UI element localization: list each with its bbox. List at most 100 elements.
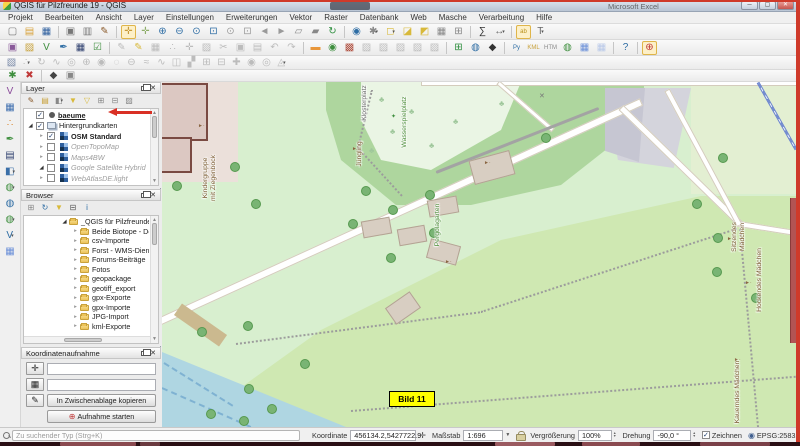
browser-item--qgis-für-pilzfreunde[interactable]: ◢_QGIS für Pilzfreunde [25,217,149,227]
move-feature-icon[interactable]: ✛ [182,41,197,55]
layer-stack-icon[interactable]: ▩ [342,41,357,55]
save-layer-edits-icon[interactable]: ▦ [148,41,163,55]
new-spatial-bookmark-icon[interactable]: ▱ [291,25,306,39]
construction-mode-icon[interactable]: ∴▾ [20,57,33,69]
menu-raster[interactable]: Raster [318,13,354,22]
zoom-in-icon[interactable]: ⊕ [155,25,170,39]
filter-browser-icon[interactable]: ▼ [53,202,65,213]
expander-icon[interactable]: ▸ [72,304,79,310]
filter-by-expression-icon[interactable]: ▽ [81,95,93,106]
menu-datenbank[interactable]: Datenbank [354,13,405,22]
menu-masche[interactable]: Masche [433,13,473,22]
delete-ring-icon[interactable]: ◌ [110,57,123,69]
simplify-feature-icon[interactable]: ∿ [50,57,63,69]
cut-features-icon[interactable]: ✂ [216,41,231,55]
field-calculator-icon[interactable]: ⊞ [451,25,466,39]
select-features-icon[interactable]: ◻▾ [383,25,398,39]
zoom-next-icon[interactable]: ► [274,25,289,39]
add-group-icon[interactable]: ▤ [39,95,51,106]
float-panel-icon[interactable] [141,351,147,356]
zoom-native-icon[interactable]: ⊙ [189,25,204,39]
add-table-icon[interactable]: ⊞ [451,41,466,55]
browser-item-geopackage[interactable]: ▸geopackage [25,274,149,284]
browser-item-fotos[interactable]: ▸Fotos [25,265,149,275]
osm-place-search-icon[interactable]: ✖ [22,69,37,83]
table-manager-icon[interactable]: ▦ [594,41,609,55]
properties-widget-icon[interactable]: i [81,202,93,213]
coordinate-field-crs[interactable] [47,363,156,375]
close-button[interactable]: ✕ [777,1,794,10]
browser-item-csv-importe[interactable]: ▸csv-Importe [25,236,149,246]
delete-part-icon[interactable]: ⊖ [125,57,138,69]
layer-item-osm-standard[interactable]: ▸✓OSM Standard [25,131,149,142]
paste-features-icon[interactable]: ▤ [250,41,265,55]
layer-item-webatlasde-light[interactable]: ▸WebAtlasDE.light [25,173,149,184]
menu-vektor[interactable]: Vektor [284,13,319,22]
expander-icon[interactable]: ▸ [38,133,45,139]
kml-tools-icon[interactable]: KML [526,41,541,55]
maximize-button[interactable]: ▢ [759,1,776,10]
start-capture-button[interactable]: ⊕Aufnahme starten [47,410,156,423]
copy-style-5-icon[interactable]: ▨ [427,41,442,55]
menu-layer[interactable]: Layer [128,13,160,22]
scale-combo[interactable]: 1:696 [463,430,503,441]
add-virtual-layer-icon[interactable]: ▦ [3,245,18,259]
browser-scrollbar[interactable]: ▲▼ [150,216,158,343]
offset-point-symbols-icon[interactable]: ◎ [260,57,273,69]
reshape-features-icon[interactable]: ∿ [155,57,168,69]
new-shapefile-layer-icon[interactable]: V [39,41,54,55]
expander-icon[interactable]: ◢ [38,165,45,171]
pan-map-icon[interactable]: ✛ [121,25,136,39]
menu-einstellungen[interactable]: Einstellungen [160,13,220,22]
new-geopackage-layer-icon[interactable]: ✒ [56,41,71,55]
poi-tool-icon[interactable]: ◆ [46,69,61,83]
new-print-layout-icon[interactable]: ▣ [63,25,78,39]
text-annotation-icon[interactable]: T▾ [533,25,548,39]
deselect-features-icon[interactable]: ◪ [400,25,415,39]
float-panel-icon[interactable] [141,193,147,198]
add-wcs-layer-icon[interactable]: ◍ [3,197,18,211]
identify-features-icon[interactable]: ◉ [349,25,364,39]
browser-item-forst-wms-dienste[interactable]: ▸Forst - WMS-Dienste [25,246,149,256]
menu-hilfe[interactable]: Hilfe [530,13,558,22]
layer-checkbox[interactable]: ✓ [36,122,44,130]
open-layer-styling-icon[interactable]: ✎ [25,95,37,106]
map-canvas[interactable]: Bild 11 ♣♣♣♣♣♣♣►·►·►·►·►·►·►·✦✕Kindergru… [162,82,796,427]
open-attribute-table-icon[interactable]: ▦ [434,25,449,39]
add-vector-tile-layer-icon[interactable]: V▾ [3,229,18,243]
browser-hscrollbar[interactable] [24,336,150,343]
expander-icon[interactable]: ▸ [72,295,79,301]
browser-panel-titlebar[interactable]: Browser ✕ [21,189,161,201]
show-bookmarks-icon[interactable]: ▰ [308,25,323,39]
menu-ansicht[interactable]: Ansicht [90,13,128,22]
expander-icon[interactable]: ▸ [72,323,79,329]
minimize-button[interactable]: ─ [741,1,758,10]
add-selected-layers-icon[interactable]: ⊞ [25,202,37,213]
filter-legend-icon[interactable]: ▼ [67,95,79,106]
browser-item-geotiff-export[interactable]: ▸geotiff_export [25,284,149,294]
layer-item-google-satellite-hybrid[interactable]: ◢Google Satellite Hybrid [25,163,149,174]
run-feature-action-icon[interactable]: ✱▾ [366,25,381,39]
style-copy-icon[interactable]: ▨ [22,41,37,55]
manage-map-themes-icon[interactable]: ◧▾ [53,95,65,106]
toggle-editing-icon[interactable]: ✎ [131,41,146,55]
add-ring-icon[interactable]: ◎ [65,57,78,69]
measure-line-icon[interactable]: ↔▾ [492,25,507,39]
expander-icon[interactable]: ▸ [72,314,79,320]
browser-item-jpg-import[interactable]: ▸JPG-Import [25,312,149,322]
add-vector-layer-icon[interactable]: V [3,85,18,99]
browser-item-forums-beiträge[interactable]: ▸Forums-Beiträge [25,255,149,265]
magnifier-value[interactable]: 100% [578,430,612,441]
crs-globe-icon[interactable]: ◉ [748,431,755,440]
refresh-map-icon[interactable]: ↻ [325,25,340,39]
fill-ring-icon[interactable]: ◉ [95,57,108,69]
float-panel-icon[interactable] [141,86,147,91]
new-project-icon[interactable]: ▢ [5,25,20,39]
crs-value[interactable]: EPSG:25832 [757,431,800,440]
vertex-tool-icon[interactable]: ✚ [230,57,243,69]
rotate-point-symbols-icon[interactable]: ◉ [245,57,258,69]
add-wms-layer-icon[interactable]: ◍▾ [3,181,18,195]
add-wfs-layer-icon[interactable]: ◍▾ [3,213,18,227]
layers-scrollbar[interactable]: ▲▼ [150,109,158,185]
menu-bearbeiten[interactable]: Bearbeiten [39,13,90,22]
